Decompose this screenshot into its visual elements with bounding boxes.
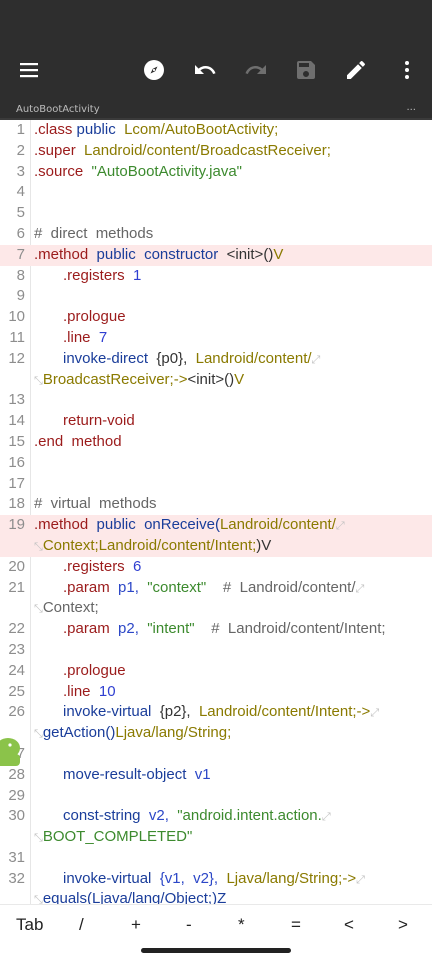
file-tab-bar: AutoBootActivity ... [0, 102, 432, 120]
code-line: 1 .class public Lcom/AutoBootActivity; [16, 121, 279, 138]
code-line: 11 .line 7 [9, 328, 108, 346]
file-tab-title[interactable]: AutoBootActivity [16, 104, 100, 115]
code-line: 32 invoke-virtual {v1, v2}, Ljava/lang/St… [8, 869, 365, 887]
code-line: 5 [16, 204, 25, 222]
undo-icon[interactable] [191, 56, 219, 84]
edit-icon[interactable] [342, 56, 370, 84]
compass-icon[interactable] [140, 56, 168, 84]
code-line: 4 [16, 183, 25, 201]
code-line-wrapped: ⤡Context; [34, 599, 99, 617]
key-greater-than[interactable]: > [398, 915, 408, 935]
code-line: 18 # virtual methods [8, 495, 157, 513]
code-editor[interactable]: 1 .class public Lcom/AutoBootActivity; 2.… [0, 120, 432, 904]
more-vert-icon[interactable] [393, 56, 421, 84]
key-plus[interactable]: + [131, 915, 141, 935]
code-line: 31 [8, 848, 25, 866]
top-app-bar [0, 0, 432, 102]
code-line: 15 .end method [8, 432, 122, 450]
key-slash[interactable]: / [79, 915, 84, 935]
key-less-than[interactable]: < [344, 915, 354, 935]
code-line: 17 [8, 474, 25, 492]
code-line: 8 .registers 1 [16, 266, 142, 284]
tab-overflow[interactable]: ... [406, 102, 416, 113]
code-line: 10 .prologue [8, 308, 126, 326]
code-line: 20 .registers 6 [8, 557, 142, 575]
code-line: 30 const-string v2, "android.intent.actio… [8, 807, 331, 825]
key-minus[interactable]: - [186, 915, 192, 935]
code-line: 24 .prologue [8, 661, 126, 679]
android-mascot-icon [0, 736, 24, 768]
menu-icon[interactable] [15, 56, 43, 84]
code-line: 25 .line 10 [8, 682, 116, 700]
code-line: 21 .param p1, "context" # Landroid/conten… [8, 578, 365, 596]
redo-icon [242, 56, 270, 84]
key-asterisk[interactable]: * [238, 915, 245, 935]
code-line: 13 [8, 391, 25, 409]
code-line-wrapped: ⤡Context;Landroid/content/Intent;)V [0, 535, 432, 557]
code-line: 9 [16, 287, 25, 305]
key-equals[interactable]: = [291, 915, 301, 935]
code-line: 28 move-result-object v1 [8, 765, 211, 783]
save-icon [292, 56, 320, 84]
code-line-wrapped: ⤡getAction()Ljava/lang/String; [34, 724, 232, 742]
code-line: 3 .source "AutoBootActivity.java" [16, 162, 242, 180]
code-line: 6 # direct methods [16, 224, 154, 242]
code-line: 14 return-void [8, 412, 135, 430]
code-line-wrapped: ⤡BroadcastReceiver;-><init>()V [34, 370, 245, 388]
code-line-wrapped: ⤡BOOT_COMPLETED" [34, 828, 193, 846]
code-line: 12 invoke-direct {p0}, Landroid/content/⤢ [8, 349, 321, 367]
code-line: 22 .param p2, "intent" # Landroid/content… [8, 620, 386, 638]
code-line: 27 [0, 744, 432, 765]
code-line: 26 invoke-virtual {p2}, Landroid/content/… [8, 703, 380, 721]
code-line-wrapped: ⤡equals(Ljava/lang/Object;)Z [34, 890, 227, 904]
code-line: 29 [8, 786, 25, 804]
code-line-highlighted: 19 .method public onReceive(Landroid/cont… [0, 515, 432, 536]
code-line: 2 .super Landroid/content/BroadcastReceiv… [16, 141, 331, 159]
home-indicator[interactable] [141, 948, 291, 953]
code-line: 16 [8, 453, 25, 471]
code-line: 23 [8, 640, 25, 658]
code-line-highlighted: 7 .method public constructor <init>()V [0, 244, 432, 266]
key-tab[interactable]: Tab [16, 915, 43, 935]
